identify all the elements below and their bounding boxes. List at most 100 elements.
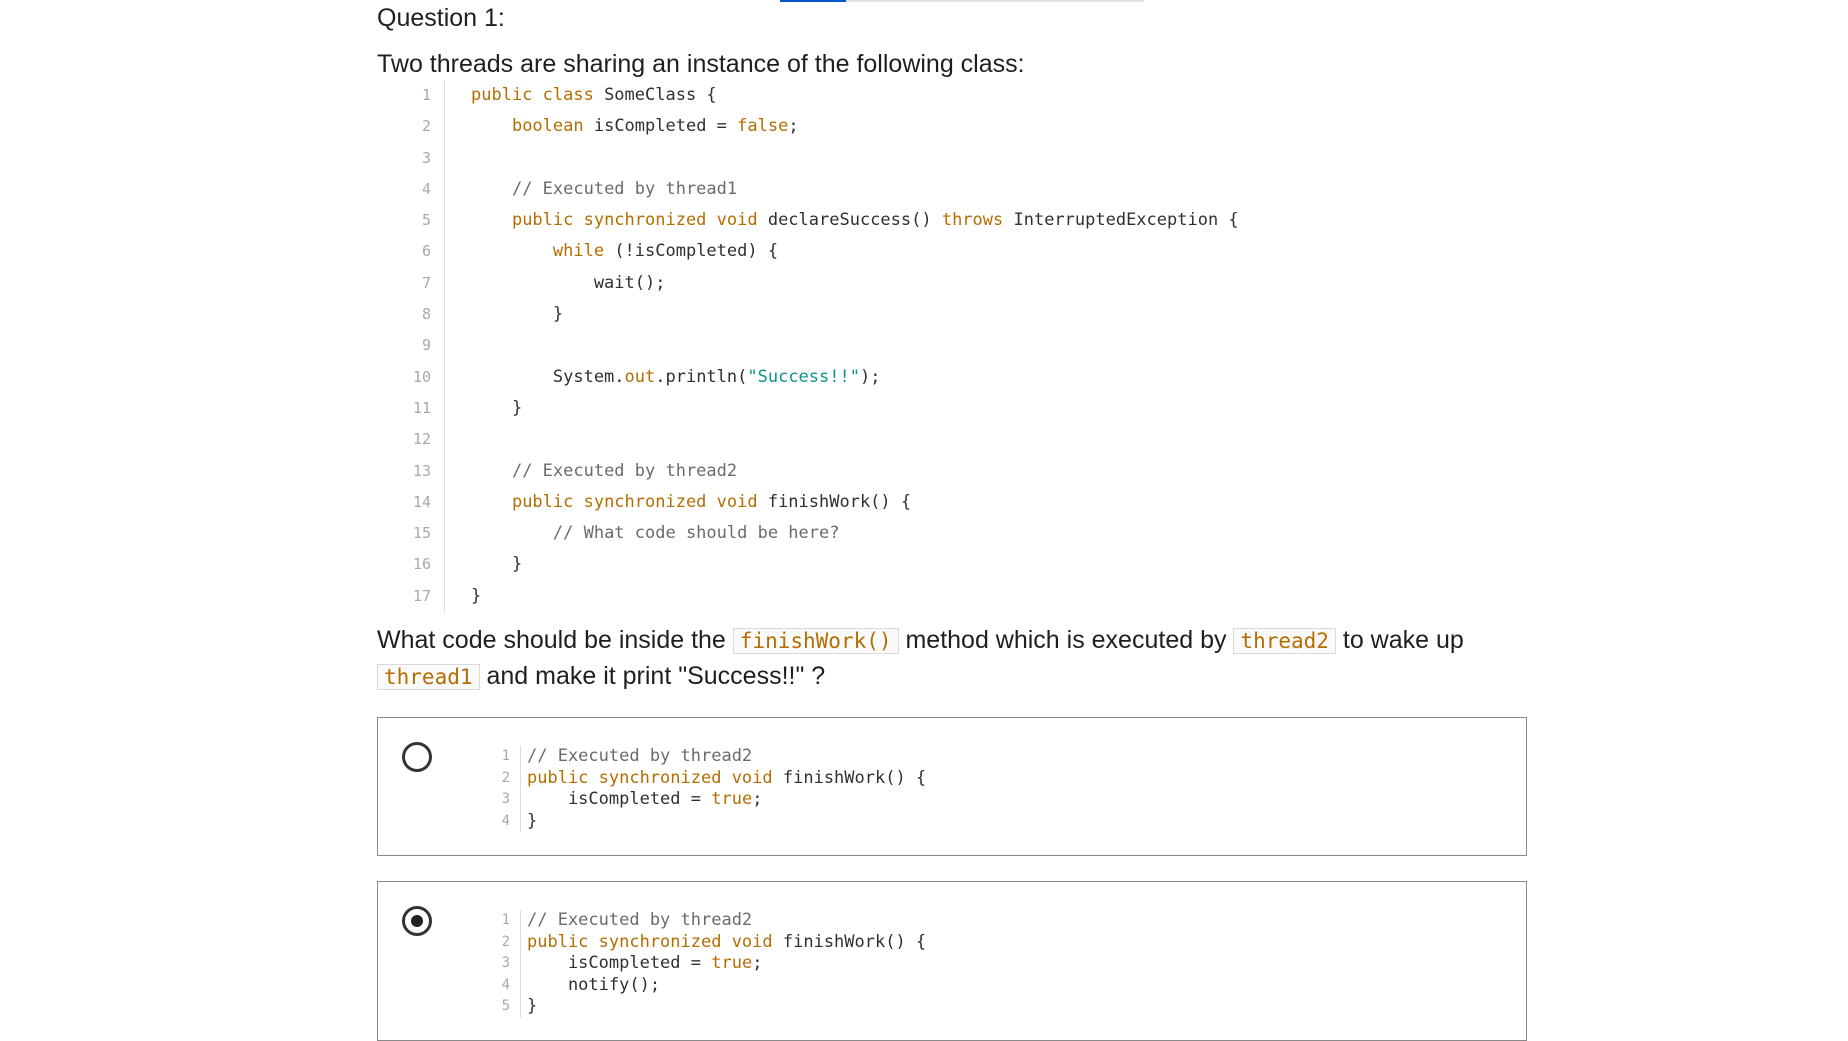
code-text: boolean isCompleted = false; bbox=[471, 111, 799, 142]
code-line: 4 // Executed by thread1 bbox=[377, 173, 1377, 206]
line-number: 1 bbox=[501, 912, 510, 928]
code-line: 11 } bbox=[377, 392, 1377, 425]
code-token: true bbox=[711, 953, 753, 973]
code-gutter bbox=[444, 455, 445, 487]
code-text: } bbox=[471, 299, 563, 330]
code-token: // Executed by thread1 bbox=[511, 178, 738, 199]
code-text: // Executed by thread2 bbox=[471, 456, 737, 487]
code-text: wait(); bbox=[471, 268, 666, 299]
prompt-text: What code should be inside the bbox=[377, 626, 733, 654]
code-line: 7 wait(); bbox=[377, 267, 1377, 300]
code-gutter bbox=[444, 205, 445, 237]
code-line: 1 public class SomeClass { bbox=[377, 80, 1377, 112]
line-number: 2 bbox=[421, 117, 431, 136]
line-number: 9 bbox=[421, 336, 431, 355]
line-number: 16 bbox=[412, 555, 431, 574]
code-text: // Executed by thread2 bbox=[527, 910, 752, 932]
code-token: isCompleted = bbox=[583, 116, 738, 137]
code-text: System.out.println("Success!!"); bbox=[471, 362, 881, 393]
line-number: 8 bbox=[421, 305, 431, 324]
answer-option-1[interactable]: 1 // Executed by thread2 2 public synchroni… bbox=[377, 717, 1527, 856]
radio-button-option-2[interactable] bbox=[402, 906, 432, 936]
code-gutter bbox=[444, 173, 445, 206]
code-line: 14 public synchronized void finishWork()… bbox=[377, 486, 1377, 519]
line-number: 3 bbox=[421, 148, 431, 167]
code-gutter bbox=[444, 111, 445, 143]
code-gutter bbox=[520, 996, 521, 1018]
line-number: 5 bbox=[501, 998, 510, 1014]
line-number: 11 bbox=[412, 398, 431, 417]
code-token: isCompleted = bbox=[527, 953, 712, 973]
code-gutter bbox=[444, 80, 445, 112]
code-token: } bbox=[527, 996, 538, 1016]
code-line: 2 boolean isCompleted = false; bbox=[377, 111, 1377, 143]
code-token: // Executed by thread2 bbox=[511, 460, 738, 481]
code-text: public class SomeClass { bbox=[471, 80, 717, 111]
line-number: 15 bbox=[412, 524, 431, 543]
line-number: 4 bbox=[421, 179, 431, 198]
code-line: 3 bbox=[377, 142, 1377, 174]
code-token: ; bbox=[752, 953, 763, 973]
line-number: 2 bbox=[501, 933, 510, 950]
line-number: 17 bbox=[412, 586, 431, 605]
code-line: 13 // Executed by thread2 bbox=[377, 455, 1377, 487]
code-token: (!isCompleted) { bbox=[604, 241, 779, 262]
code-token: declareSuccess() bbox=[757, 210, 942, 231]
prompt-text: method which is executed by bbox=[898, 626, 1234, 654]
line-number: 6 bbox=[421, 242, 431, 261]
code-text: // What code should be here? bbox=[471, 518, 840, 549]
code-token: wait(); bbox=[471, 272, 666, 293]
code-text: public synchronized void finishWork() { bbox=[471, 487, 911, 518]
code-token: notify(); bbox=[527, 974, 661, 995]
question-prompt: What code should be inside the finishWor… bbox=[377, 623, 1527, 695]
code-text: } bbox=[527, 996, 537, 1018]
line-number: 1 bbox=[421, 86, 431, 104]
code-gutter bbox=[444, 580, 445, 613]
code-text: notify(); bbox=[527, 975, 660, 997]
line-number: 12 bbox=[412, 430, 431, 449]
code-token: public synchronized void bbox=[511, 210, 758, 231]
answer-option-2[interactable]: 1 // Executed by thread2 2 public synchroni… bbox=[377, 881, 1527, 1041]
line-number: 4 bbox=[501, 812, 510, 829]
code-token: // What code should be here? bbox=[552, 523, 840, 544]
code-text: while (!isCompleted) { bbox=[471, 236, 778, 267]
code-token: .println( bbox=[655, 366, 748, 387]
question-intro: Two threads are sharing an instance of t… bbox=[377, 50, 1025, 78]
code-token: finishWork() { bbox=[772, 767, 927, 788]
code-text: isCompleted = true; bbox=[527, 953, 763, 975]
code-gutter bbox=[520, 746, 521, 768]
code-token: public synchronized void bbox=[527, 931, 773, 952]
code-token: while bbox=[552, 241, 605, 262]
line-number: 3 bbox=[501, 791, 510, 807]
code-token: InterruptedException { bbox=[1003, 210, 1239, 231]
code-token: "Success!!" bbox=[747, 366, 860, 387]
radio-button-option-1[interactable] bbox=[402, 742, 432, 772]
line-number: 4 bbox=[501, 976, 510, 993]
code-gutter bbox=[444, 330, 445, 362]
code-line: 15 // What code should be here? bbox=[377, 518, 1377, 550]
code-token: } bbox=[471, 397, 523, 418]
code-token: } bbox=[527, 810, 538, 831]
code-token: throws bbox=[941, 210, 1004, 231]
code-token: public synchronized void bbox=[511, 491, 758, 512]
code-gutter bbox=[444, 236, 445, 268]
inline-code-thread2: thread2 bbox=[1233, 628, 1336, 654]
progress-bar bbox=[780, 0, 1144, 2]
code-token: } bbox=[471, 304, 564, 325]
code-gutter bbox=[444, 486, 445, 519]
code-line: 8 } bbox=[377, 299, 1377, 331]
code-text: public synchronized void declareSuccess(… bbox=[471, 205, 1239, 236]
inline-code-finishwork: finishWork() bbox=[732, 628, 899, 654]
code-text: isCompleted = true; bbox=[527, 789, 763, 811]
line-number: 14 bbox=[412, 492, 431, 511]
code-text: public synchronized void finishWork() { bbox=[527, 932, 926, 954]
code-gutter bbox=[520, 767, 521, 789]
code-text: public synchronized void finishWork() { bbox=[527, 768, 926, 790]
prompt-text: and make it print "Success!!" ? bbox=[479, 662, 826, 690]
code-line: 12 bbox=[377, 424, 1377, 456]
code-gutter bbox=[444, 299, 445, 331]
